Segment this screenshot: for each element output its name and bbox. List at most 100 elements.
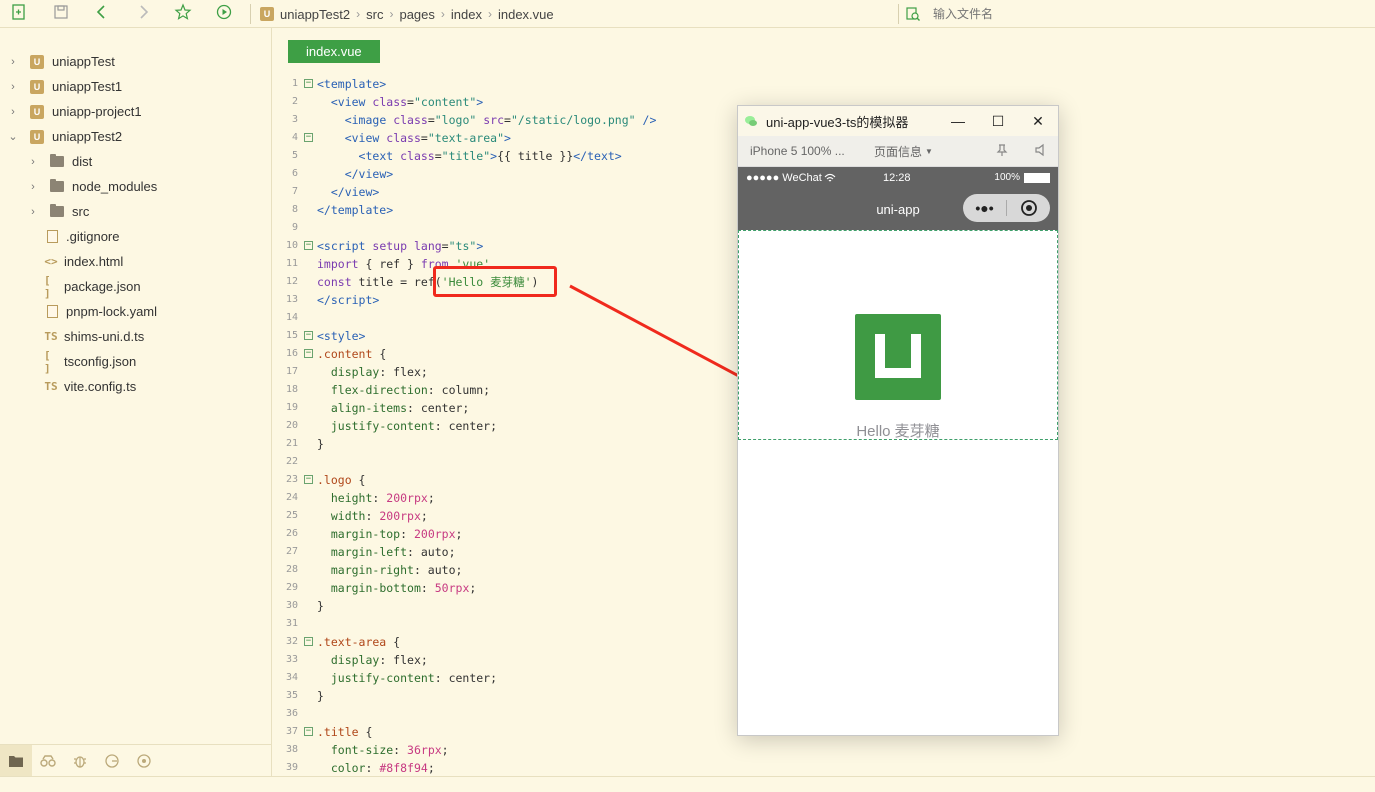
code-text: .text-area { <box>317 635 401 649</box>
code-line[interactable]: 1− <template> <box>272 75 972 93</box>
sidebar-item-label: uniappTest <box>52 54 115 69</box>
chevron-right-icon[interactable]: › <box>28 181 38 193</box>
fold-toggle-icon[interactable]: − <box>304 475 313 484</box>
speaker-icon[interactable] <box>1033 143 1047 160</box>
sidebar-item-src[interactable]: › src <box>28 199 89 224</box>
line-number: 33 <box>285 654 298 665</box>
ts-file-icon: TS <box>44 330 58 343</box>
sidebar-item-shims-uni[interactable]: TS shims-uni.d.ts <box>44 324 144 349</box>
chevron-right-icon[interactable]: › <box>28 156 38 168</box>
code-text: margin-top: 200rpx; <box>330 527 463 541</box>
code-text: justify-content: center; <box>330 671 498 685</box>
line-number: 13 <box>285 294 298 305</box>
chevron-right-icon[interactable]: › <box>8 81 18 93</box>
wifi-icon <box>824 173 836 181</box>
page-info-dropdown[interactable]: 页面信息 ▼ <box>874 143 933 160</box>
plugins-icon[interactable] <box>128 745 160 777</box>
sidebar-item-uniapp-project1[interactable]: › U uniapp-project1 <box>8 99 141 124</box>
sidebar-item-uniapptest2[interactable]: ⌄ U uniappTest2 <box>8 124 122 149</box>
line-number: 19 <box>285 402 298 413</box>
breadcrumb-item[interactable]: pages <box>399 7 434 22</box>
chevron-right-icon[interactable]: › <box>8 106 18 118</box>
code-text: margin-right: auto; <box>330 563 463 577</box>
project-icon: U <box>30 129 44 144</box>
new-file-icon[interactable] <box>10 3 32 25</box>
breadcrumb-item[interactable]: index.vue <box>498 7 554 22</box>
sidebar-item-node-modules[interactable]: › node_modules <box>28 174 157 199</box>
simulator-toolbar: iPhone 5 100% ... 页面信息 ▼ <box>738 136 1058 167</box>
debug-bug-icon[interactable] <box>64 745 96 777</box>
sidebar-item-dist[interactable]: › dist <box>28 149 92 174</box>
breadcrumb-item[interactable]: uniappTest2 <box>280 7 350 22</box>
project-icon: U <box>30 54 44 69</box>
breadcrumb-item[interactable]: src <box>366 7 383 22</box>
back-icon[interactable] <box>93 3 115 25</box>
fold-toggle-icon[interactable]: − <box>304 331 313 340</box>
sidebar-item-gitignore[interactable]: .gitignore <box>46 224 119 249</box>
tab-index-vue[interactable]: index.vue <box>288 40 380 63</box>
line-number: 22 <box>285 456 298 467</box>
code-text: <view class="text-area"> <box>344 131 511 145</box>
sidebar-item-vite-config[interactable]: TS vite.config.ts <box>44 374 136 399</box>
simulator-window: uni-app-vue3-ts的模拟器 — ☐ ✕ iPhone 5 100% … <box>737 105 1059 736</box>
sidebar-item-tsconfig[interactable]: [ ] tsconfig.json <box>44 349 136 375</box>
sidebar-item-pnpm-lock[interactable]: pnpm-lock.yaml <box>46 299 157 324</box>
explorer-tab-icon[interactable] <box>0 744 32 777</box>
device-selector[interactable]: iPhone 5 100% ... <box>750 144 874 158</box>
chevron-right-icon[interactable]: › <box>8 56 18 68</box>
chevron-right-icon: › <box>389 7 394 21</box>
fold-toggle-icon[interactable]: − <box>304 133 313 142</box>
minimize-icon[interactable]: — <box>938 106 978 136</box>
code-text: </view> <box>330 185 380 199</box>
chevron-right-icon[interactable]: › <box>28 206 38 218</box>
line-number: 21 <box>285 438 298 449</box>
code-text: margin-bottom: 50rpx; <box>330 581 477 595</box>
fold-toggle-icon[interactable]: − <box>304 349 313 358</box>
fold-toggle-icon[interactable]: − <box>304 241 313 250</box>
code-text: justify-content: center; <box>330 419 498 433</box>
line-number: 26 <box>285 528 298 539</box>
sidebar-item-index-html[interactable]: <> index.html <box>44 249 123 274</box>
breadcrumb-item[interactable]: index <box>451 7 482 22</box>
sidebar-item-label: uniappTest2 <box>52 129 123 144</box>
sidebar-item-uniapptest[interactable]: › U uniappTest <box>8 49 115 74</box>
more-dots-icon[interactable]: •●• <box>963 200 1006 216</box>
forward-icon[interactable] <box>134 3 156 25</box>
phone-status-bar: ●●●●● WeChat 12:28 100% <box>738 167 1058 188</box>
maximize-icon[interactable]: ☐ <box>978 106 1018 136</box>
code-text: .content { <box>317 347 387 361</box>
star-icon[interactable] <box>174 3 196 25</box>
battery-icon <box>1024 173 1050 183</box>
code-text: display: flex; <box>330 653 428 667</box>
simulator-title: uni-app-vue3-ts的模拟器 <box>766 114 909 130</box>
wechat-icon <box>745 116 757 126</box>
sidebar-item-uniapptest1[interactable]: › U uniappTest1 <box>8 74 122 99</box>
binoculars-icon[interactable] <box>32 745 64 777</box>
phone-body: Hello 麦芽糖 <box>738 230 1058 735</box>
code-line[interactable]: 38 font-size: 36rpx; <box>272 741 972 759</box>
status-bar <box>0 776 1375 792</box>
sidebar-item-label: shims-uni.d.ts <box>64 329 145 344</box>
chevron-down-icon[interactable]: ⌄ <box>8 130 18 143</box>
close-circle-icon[interactable] <box>1007 199 1050 217</box>
fold-toggle-icon[interactable]: − <box>304 727 313 736</box>
fold-toggle-icon[interactable]: − <box>304 79 313 88</box>
fold-toggle-icon[interactable]: − <box>304 637 313 646</box>
sidebar-item-package-json[interactable]: [ ] package.json <box>44 274 141 300</box>
pin-icon[interactable] <box>995 143 1009 160</box>
line-number: 9 <box>291 222 298 233</box>
git-icon[interactable] <box>96 745 128 777</box>
code-text: <script setup lang="ts"> <box>317 239 484 253</box>
code-text: } <box>317 689 324 703</box>
file-search-input[interactable] <box>933 7 1233 21</box>
line-number: 29 <box>285 582 298 593</box>
save-icon[interactable] <box>52 3 74 25</box>
run-icon[interactable] <box>215 3 237 25</box>
chevron-right-icon: › <box>440 7 445 21</box>
close-icon[interactable]: ✕ <box>1018 106 1058 136</box>
uni-logo-image <box>855 314 941 400</box>
sidebar-item-label: .gitignore <box>66 229 120 244</box>
code-line[interactable]: 39 color: #8f8f94; <box>272 759 972 777</box>
sidebar-item-label: src <box>72 204 90 219</box>
code-text: </script> <box>317 293 380 307</box>
